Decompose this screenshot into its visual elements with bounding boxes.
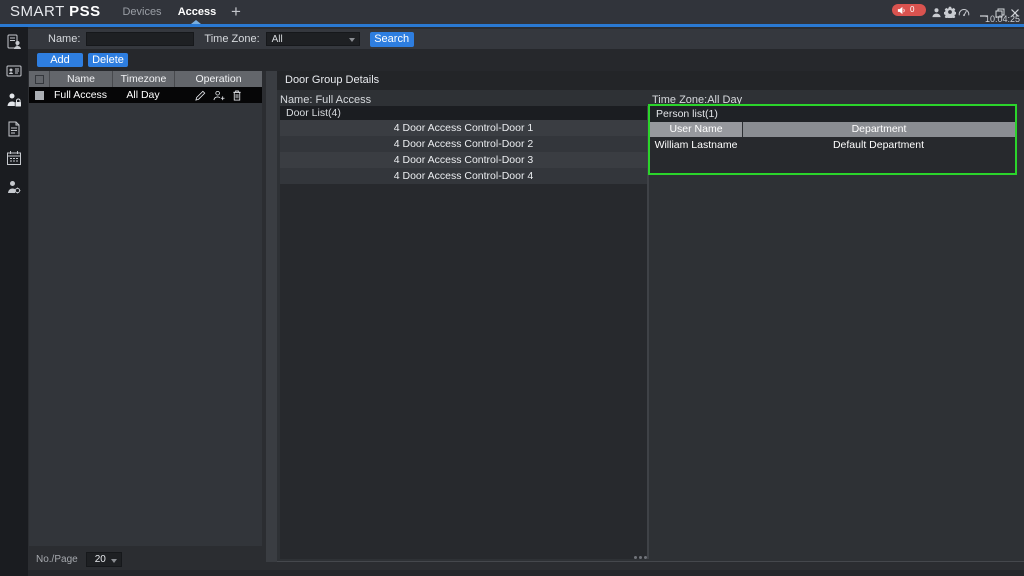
person-gear-icon (6, 179, 22, 195)
timezone-select[interactable]: All (266, 32, 360, 46)
edit-icon[interactable] (195, 90, 206, 101)
alarm-badge[interactable]: 0 (892, 4, 926, 16)
person-user-name-cell: William Lastname (650, 137, 742, 154)
person-lock-icon (6, 92, 22, 108)
row-checkbox[interactable] (35, 91, 44, 100)
search-button[interactable]: Search (370, 32, 414, 47)
row-checkbox-cell[interactable] (29, 87, 49, 103)
user-icon[interactable] (930, 6, 942, 18)
person-list-panel: Person list(1) User Name Department Will… (648, 104, 1017, 175)
new-tab-button[interactable]: + (227, 0, 245, 24)
door-list-title: Door List(4) (280, 106, 647, 120)
footer-strip (28, 570, 1024, 576)
page-size-select[interactable]: 20 (86, 552, 122, 567)
speaker-icon (897, 6, 906, 15)
alarm-count: 0 (910, 4, 914, 16)
page-size-label: No./Page (36, 554, 78, 565)
title-bar: SMART PSS Devices Access + 0 10:04:25 (0, 0, 1024, 24)
list-item[interactable]: 4 Door Access Control-Door 3 (280, 152, 647, 168)
gear-icon[interactable] (944, 6, 956, 18)
person-list-title: Person list(1) (650, 106, 1015, 122)
door-group-details-panel: Door Group Details Name: Full Access Doo… (277, 71, 1024, 562)
sidebar-item-console[interactable] (0, 33, 28, 51)
table-row[interactable]: William Lastname Default Department (650, 137, 1015, 154)
select-all-checkbox[interactable] (35, 75, 44, 84)
details-title: Door Group Details (277, 71, 1024, 90)
group-name-cell: Full Access (49, 87, 112, 103)
name-label: Name: (48, 33, 80, 45)
tab-devices[interactable]: Devices (116, 0, 168, 24)
calendar-icon (6, 150, 22, 166)
document-icon (6, 121, 22, 137)
door-list-panel: Door List(4) 4 Door Access Control-Door … (280, 106, 647, 559)
sidebar-item-attendance[interactable] (0, 149, 28, 167)
id-card-icon (6, 63, 22, 79)
sidebar-item-access[interactable] (0, 91, 28, 109)
toolbar: Add Delete (28, 49, 1024, 71)
door-person-icon (6, 34, 22, 50)
name-input[interactable] (86, 32, 194, 46)
active-tab-caret (191, 20, 201, 24)
pagination: No./Page 20 (36, 552, 122, 567)
splitter-handle-dots[interactable] (634, 556, 637, 559)
operation-cell (174, 87, 262, 103)
column-header-name: Name (49, 71, 112, 87)
gauge-icon[interactable] (958, 6, 970, 18)
table-row[interactable]: Full Access All Day (29, 87, 262, 103)
sidebar-item-user-manage[interactable] (0, 178, 28, 196)
column-header-department: Department (742, 122, 1015, 137)
group-timezone-cell: All Day (112, 87, 174, 103)
person-department-cell: Default Department (742, 137, 1015, 154)
door-group-list-panel: Name Timezone Operation Full Access All … (29, 71, 262, 546)
vertical-splitter[interactable] (266, 71, 277, 562)
sidebar-nav (0, 27, 28, 576)
select-all-cell[interactable] (29, 71, 49, 87)
sidebar-item-personnel[interactable] (0, 62, 28, 80)
trash-icon[interactable] (232, 90, 242, 101)
list-item[interactable]: 4 Door Access Control-Door 4 (280, 168, 647, 184)
chevron-down-icon (111, 559, 117, 563)
add-button[interactable]: Add (37, 53, 83, 67)
column-header-operation: Operation (174, 71, 262, 87)
clock-text: 10:04:25 (985, 14, 1020, 24)
app-logo: SMART PSS (10, 0, 101, 24)
sidebar-item-log[interactable] (0, 120, 28, 138)
logo-smart: SMART (10, 3, 64, 20)
column-header-user-name: User Name (650, 122, 742, 137)
column-header-timezone: Timezone (112, 71, 174, 87)
chevron-down-icon (349, 38, 355, 42)
timezone-selected-value: All (272, 33, 283, 46)
timezone-label: Time Zone: (204, 33, 259, 45)
delete-button[interactable]: Delete (88, 53, 128, 67)
list-item[interactable]: 4 Door Access Control-Door 1 (280, 120, 647, 136)
logo-pss: PSS (69, 3, 101, 20)
add-person-icon[interactable] (213, 90, 225, 101)
person-table-header: User Name Department (650, 122, 1015, 137)
group-table-header: Name Timezone Operation (29, 71, 262, 87)
list-item[interactable]: 4 Door Access Control-Door 2 (280, 136, 647, 152)
accent-line (0, 24, 1024, 27)
filter-bar: Name: Time Zone: All Search (28, 29, 1024, 49)
details-group-name: Name: Full Access (280, 94, 371, 106)
page-size-value: 20 (95, 553, 106, 567)
